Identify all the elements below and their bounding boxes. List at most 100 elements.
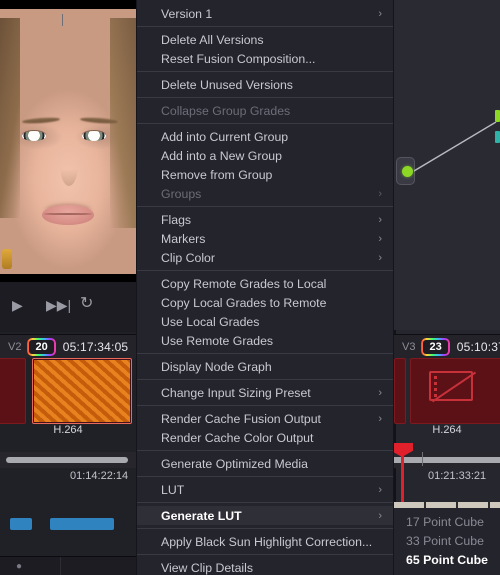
menu-item-use-remote-grades[interactable]: Use Remote Grades — [137, 331, 393, 350]
menu-item-remove-from-group[interactable]: Remove from Group — [137, 165, 393, 184]
submenu-item-17-point-cube[interactable]: 17 Point Cube — [394, 512, 500, 531]
menu-item-change-input-sizing-preset[interactable]: Change Input Sizing Preset › — [137, 383, 393, 402]
timeline-clips-right — [394, 358, 500, 424]
menu-item-lut[interactable]: LUT › — [137, 480, 393, 499]
clip-context-menu[interactable]: Version 1 › Delete All Versions Reset Fusio… — [136, 0, 394, 575]
menu-separator — [137, 26, 393, 27]
clip-thumbnail — [34, 360, 130, 422]
scrollbar-thumb-right[interactable] — [394, 457, 500, 463]
timeline-clip-missing[interactable] — [410, 358, 500, 424]
clip-number-badge-right: 23 — [423, 339, 448, 354]
timeline-scrollbar-right[interactable] — [391, 443, 500, 564]
transport-controls: ▶ ▶▶| ↻ — [0, 282, 136, 332]
submenu-item-33-point-cube[interactable]: 33 Point Cube — [394, 531, 500, 550]
chevron-right-icon: › — [378, 251, 382, 264]
audio-track-left — [0, 518, 136, 542]
menu-item-generate-optimized-media[interactable]: Generate Optimized Media — [137, 454, 393, 473]
track-label-v2: V2 — [8, 340, 22, 353]
node-graph[interactable] — [394, 0, 500, 330]
menu-item-render-cache-fusion-output[interactable]: Render Cache Fusion Output › — [137, 409, 393, 428]
menu-item-label: Change Input Sizing Preset — [161, 385, 311, 400]
timeline-clip[interactable] — [394, 358, 406, 424]
timeline-track-header-v3[interactable]: V3 23 05:10:37 — [394, 334, 500, 358]
lips — [42, 205, 94, 225]
audio-clip[interactable] — [10, 518, 32, 530]
menu-item-label: Render Cache Color Output — [161, 430, 314, 445]
timecode-left: 05:17:34:05 — [62, 339, 129, 354]
menu-item-label: Remove from Group — [161, 167, 273, 182]
timeline-track-header-v2[interactable]: V2 20 05:17:34:05 — [0, 334, 136, 358]
timeline-scrollbar-left[interactable] — [0, 452, 136, 468]
earring — [2, 249, 12, 269]
right-panel: V3 23 05:10:37 H.264 01:21:33:21 — [391, 0, 500, 575]
track-label-v3: V3 — [402, 340, 416, 353]
chevron-right-icon: › — [378, 213, 382, 226]
menu-item-label: Add into Current Group — [161, 129, 289, 144]
menu-item-label: Add into a New Group — [161, 148, 282, 163]
menu-item-collapse-group-grades: Collapse Group Grades — [137, 101, 393, 120]
chevron-right-icon: › — [378, 483, 382, 496]
menu-item-label: Apply Black Sun Highlight Correction... — [161, 534, 373, 549]
menu-item-label: Generate LUT — [161, 508, 242, 523]
menu-item-add-into-a-new-group[interactable]: Add into a New Group — [137, 146, 393, 165]
menu-item-generate-lut[interactable]: Generate LUT › — [137, 506, 393, 525]
menu-separator — [137, 206, 393, 207]
menu-item-version-1[interactable]: Version 1 › — [137, 4, 393, 23]
menu-separator — [137, 476, 393, 477]
nose — [60, 144, 78, 186]
menu-item-label: Use Remote Grades — [161, 333, 274, 348]
timeline-clip-selected[interactable] — [32, 358, 132, 424]
menu-item-display-node-graph[interactable]: Display Node Graph — [137, 357, 393, 376]
playhead-head-icon — [391, 443, 413, 457]
menu-item-label: Clip Color — [161, 250, 215, 265]
menu-item-render-cache-color-output[interactable]: Render Cache Color Output — [137, 428, 393, 447]
node-source[interactable] — [396, 157, 415, 185]
submenu-item-65-point-cube[interactable]: 65 Point Cube — [394, 550, 500, 569]
menu-item-add-into-current-group[interactable]: Add into Current Group — [137, 127, 393, 146]
source-viewer[interactable] — [0, 0, 136, 282]
menu-item-label: Groups — [161, 186, 202, 201]
menu-item-reset-fusion-composition[interactable]: Reset Fusion Composition... — [137, 49, 393, 68]
timeline-clip[interactable] — [0, 358, 26, 424]
menu-item-apply-black-sun-highlight-correction[interactable]: Apply Black Sun Highlight Correction... — [137, 532, 393, 551]
timeline-clips-left — [0, 358, 136, 424]
loop-icon[interactable]: ↻ — [80, 296, 93, 312]
menu-item-label: Render Cache Fusion Output — [161, 411, 321, 426]
menu-item-label: Delete All Versions — [161, 32, 264, 47]
menu-separator — [137, 502, 393, 503]
menu-item-label: Flags — [161, 212, 192, 227]
menu-item-use-local-grades[interactable]: Use Local Grades — [137, 312, 393, 331]
person-icon: ● — [16, 561, 23, 572]
codec-label-right: H.264 — [432, 424, 462, 436]
missing-media-icon — [429, 371, 473, 401]
viewer-frame-image — [0, 9, 136, 274]
chevron-right-icon: › — [378, 7, 382, 20]
ruler-tick-left — [62, 14, 63, 26]
menu-item-copy-local-grades-to-remote[interactable]: Copy Local Grades to Remote — [137, 293, 393, 312]
menu-item-delete-all-versions[interactable]: Delete All Versions — [137, 30, 393, 49]
menu-separator — [137, 353, 393, 354]
menu-item-view-clip-details[interactable]: View Clip Details — [137, 558, 393, 575]
menu-item-markers[interactable]: Markers › — [137, 229, 393, 248]
generate-lut-submenu[interactable]: 17 Point Cube 33 Point Cube 65 Point Cube — [393, 508, 500, 575]
menu-separator — [137, 554, 393, 555]
menu-item-flags[interactable]: Flags › — [137, 210, 393, 229]
menu-separator — [137, 405, 393, 406]
lip-line — [44, 213, 92, 215]
audio-clip[interactable] — [50, 518, 114, 530]
node-chip-teal-icon — [495, 131, 500, 143]
menu-item-label: View Clip Details — [161, 560, 254, 575]
submenu-item-label: 17 Point Cube — [406, 514, 484, 529]
menu-item-clip-color[interactable]: Clip Color › — [137, 248, 393, 267]
next-clip-icon[interactable]: ▶▶| — [46, 298, 71, 312]
play-icon[interactable]: ▶ — [12, 298, 23, 312]
menu-item-label: Generate Optimized Media — [161, 456, 308, 471]
scrollbar-thumb-left[interactable] — [6, 457, 128, 463]
menu-separator — [137, 379, 393, 380]
chevron-right-icon: › — [378, 187, 382, 200]
menu-item-label: Markers — [161, 231, 206, 246]
ruler-timecode-left: 01:14:22:14 — [70, 470, 129, 482]
menu-item-copy-remote-grades-to-local[interactable]: Copy Remote Grades to Local — [137, 274, 393, 293]
menu-item-delete-unused-versions[interactable]: Delete Unused Versions — [137, 75, 393, 94]
eyebrow-left — [21, 116, 61, 125]
